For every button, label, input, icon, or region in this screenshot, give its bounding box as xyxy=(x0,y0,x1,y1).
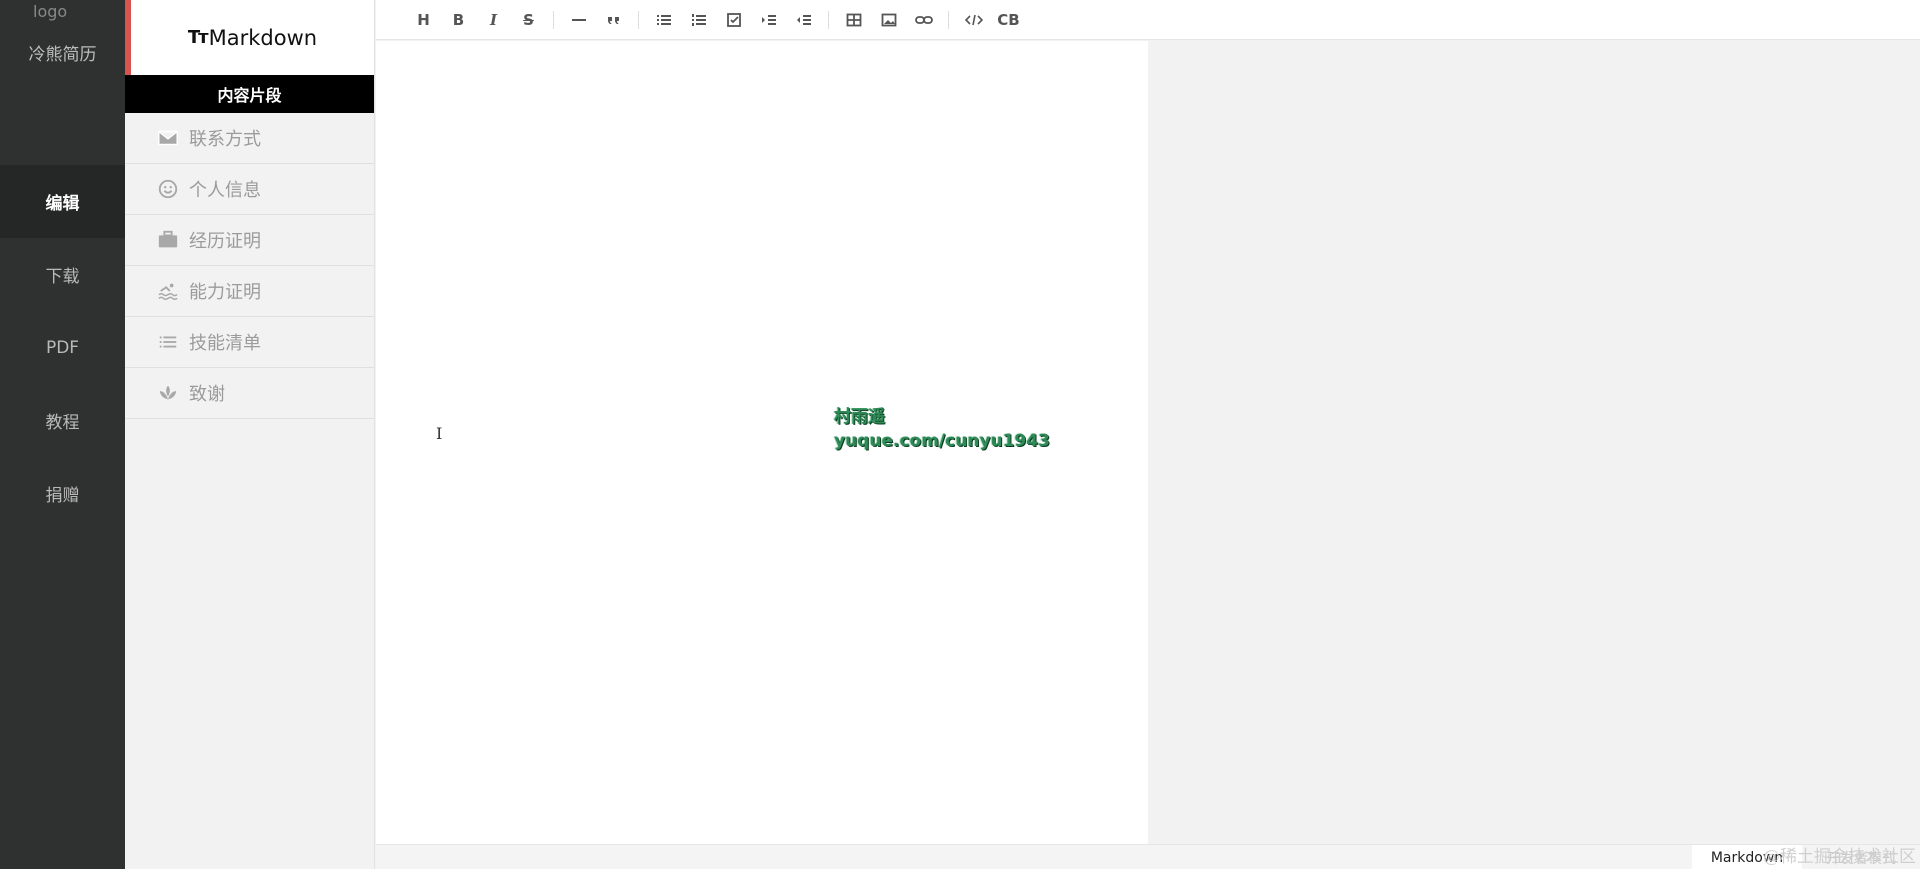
markdown-editor[interactable]: I 村雨遥 yuque.com/cunyu1943 xyxy=(376,41,1148,844)
corner-watermark: @稀土掘金技术社区 xyxy=(1763,847,1916,867)
snippet-item-ability[interactable]: 能力证明 xyxy=(125,266,374,317)
app-window: logo 冷熊简历 编辑 下载 PDF 教程 捐赠 Tт Markdown 内容… xyxy=(0,0,1920,869)
quote-icon xyxy=(607,16,619,24)
text-cursor-icon: I xyxy=(436,424,443,443)
snippet-item-label: 能力证明 xyxy=(189,282,261,303)
watermark-overlay: 村雨遥 yuque.com/cunyu1943 xyxy=(834,405,1050,453)
brand-name: 冷熊简历 xyxy=(28,45,97,65)
indent-button[interactable] xyxy=(751,5,786,35)
snippet-item-experience[interactable]: 经历证明 xyxy=(125,215,374,266)
watermark-url: yuque.com/cunyu1943 xyxy=(834,431,1050,451)
snippet-item-personal-info[interactable]: 个人信息 xyxy=(125,164,374,215)
task-list-button[interactable] xyxy=(716,5,751,35)
inline-code-button[interactable] xyxy=(956,5,991,35)
nav-item-download[interactable]: 下载 xyxy=(0,238,125,311)
text-size-icon: Tт xyxy=(187,27,209,48)
indent-icon xyxy=(761,14,776,25)
toolbar-divider xyxy=(828,10,829,29)
bottom-bar: Markdown 开发者模式 @稀土掘金技术社区 xyxy=(376,844,1920,869)
table-button[interactable] xyxy=(836,5,871,35)
nav-item-donate[interactable]: 捐赠 xyxy=(0,457,125,530)
italic-button[interactable]: I xyxy=(476,5,511,35)
link-icon xyxy=(914,15,933,24)
heading-button[interactable]: H xyxy=(406,5,441,35)
nav-item-edit[interactable]: 编辑 xyxy=(0,165,125,238)
quote-button[interactable] xyxy=(596,5,631,35)
bold-button[interactable]: B xyxy=(441,5,476,35)
checkbox-icon xyxy=(726,12,741,27)
section-title: 内容片段 xyxy=(125,75,374,113)
snippet-item-label: 经历证明 xyxy=(189,231,261,252)
briefcase-icon xyxy=(157,229,179,251)
smile-icon xyxy=(157,178,179,200)
snippet-item-label: 致谢 xyxy=(189,384,225,405)
link-button[interactable] xyxy=(906,5,941,35)
image-icon xyxy=(881,13,896,26)
toolbar-divider xyxy=(553,10,554,29)
toolbar-divider xyxy=(638,10,639,29)
snippet-item-thanks[interactable]: 致谢 xyxy=(125,368,374,419)
snippet-item-contact[interactable]: 联系方式 xyxy=(125,113,374,164)
strikethrough-button[interactable]: S xyxy=(511,5,546,35)
snippet-panel: Tт Markdown 内容片段 联系方式 个人信息 经历证明 能力证明 技能清… xyxy=(125,0,375,869)
horizontal-rule-icon xyxy=(571,18,586,21)
nav-item-pdf[interactable]: PDF xyxy=(0,311,125,384)
watermark-author: 村雨遥 xyxy=(834,407,885,427)
editor-toolbar: H B I S CB xyxy=(376,0,1920,40)
unordered-list-icon xyxy=(656,14,671,25)
nav-menu: 编辑 下载 PDF 教程 捐赠 xyxy=(0,165,125,530)
preview-pane xyxy=(1148,41,1920,844)
logo-image: logo xyxy=(33,2,68,21)
snippet-item-label: 技能清单 xyxy=(189,333,261,354)
unordered-list-button[interactable] xyxy=(646,5,681,35)
ordered-list-button[interactable] xyxy=(681,5,716,35)
code-icon xyxy=(964,14,983,25)
outdent-icon xyxy=(796,14,811,25)
toolbar-divider xyxy=(948,10,949,29)
outdent-button[interactable] xyxy=(786,5,821,35)
swimmer-icon xyxy=(157,280,179,302)
snippet-item-label: 个人信息 xyxy=(189,180,261,201)
code-block-button[interactable]: CB xyxy=(991,5,1026,35)
lotus-icon xyxy=(157,382,179,404)
panel-header: Tт Markdown xyxy=(125,0,374,75)
nav-item-tutorial[interactable]: 教程 xyxy=(0,384,125,457)
table-icon xyxy=(846,13,861,26)
horizontal-rule-button[interactable] xyxy=(561,5,596,35)
ordered-list-icon xyxy=(691,13,706,26)
panel-title: Markdown xyxy=(208,25,318,50)
image-button[interactable] xyxy=(871,5,906,35)
envelope-icon xyxy=(157,127,179,149)
list-icon xyxy=(157,331,179,353)
snippet-item-label: 联系方式 xyxy=(189,129,261,150)
snippet-item-skills[interactable]: 技能清单 xyxy=(125,317,374,368)
main-nav: logo 冷熊简历 编辑 下载 PDF 教程 捐赠 xyxy=(0,0,125,869)
